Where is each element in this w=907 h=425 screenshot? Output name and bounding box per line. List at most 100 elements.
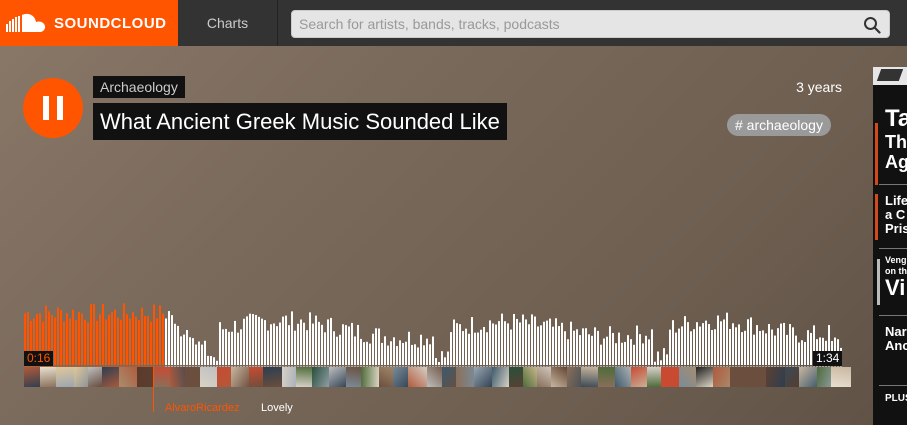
waveform-bar xyxy=(96,320,98,365)
commenter-avatar[interactable] xyxy=(831,367,851,387)
waveform-bar xyxy=(159,305,161,365)
commenter-avatar[interactable] xyxy=(474,367,494,387)
waveform-bar xyxy=(528,324,530,365)
waveform-bar xyxy=(285,315,287,365)
search-input[interactable] xyxy=(292,11,852,37)
commenter-avatar[interactable] xyxy=(661,367,681,387)
ad-headline-3: Ag xyxy=(885,152,907,172)
waveform-bar xyxy=(714,329,716,365)
current-time: 0:16 xyxy=(24,351,54,366)
waveform-bar xyxy=(804,341,806,365)
waveform-bar xyxy=(288,325,290,365)
waveform-bar xyxy=(519,322,521,365)
waveform-bar xyxy=(693,329,695,365)
waveform-bar xyxy=(105,319,107,365)
waveform-bar xyxy=(684,316,686,365)
waveform-bar xyxy=(747,319,749,365)
search-icon[interactable] xyxy=(863,16,881,34)
waveform-bar xyxy=(702,323,704,365)
waveform-bar xyxy=(132,312,134,365)
waveform-bar xyxy=(198,341,200,365)
comment-avatars-strip[interactable] xyxy=(24,367,851,387)
waveform-bar xyxy=(606,336,608,365)
track-title[interactable]: What Ancient Greek Music Sounded Like xyxy=(93,103,507,140)
waveform-bar xyxy=(369,343,371,365)
commenter-avatar[interactable] xyxy=(456,367,476,387)
waveform-bar xyxy=(192,338,194,365)
waveform-bar xyxy=(627,335,629,365)
ad-line: PLUS: xyxy=(885,393,907,404)
soundcloud-logo[interactable]: SOUNDCLOUD xyxy=(0,0,178,46)
ad-header-strip xyxy=(873,67,907,85)
waveform-bar xyxy=(378,328,380,365)
commenter-avatar[interactable] xyxy=(408,367,428,387)
waveform-bar xyxy=(717,315,719,365)
waveform-bar xyxy=(450,332,452,365)
waveform-bar xyxy=(762,330,764,365)
waveform-bar xyxy=(54,317,56,365)
commenter-avatar[interactable] xyxy=(263,367,283,387)
waveform-bar xyxy=(384,336,386,365)
waveform-bar xyxy=(759,330,761,365)
nav-charts-link[interactable]: Charts xyxy=(178,0,278,46)
brand-name: SOUNDCLOUD xyxy=(54,14,167,32)
commenter-avatar[interactable] xyxy=(747,367,767,387)
waveform-bar xyxy=(612,332,614,365)
waveform-bar xyxy=(60,309,62,365)
waveform-bar xyxy=(588,334,590,365)
comment-username[interactable]: AlvaroRicardez xyxy=(165,402,240,414)
pause-icon xyxy=(43,96,49,120)
track-user-link[interactable]: Archaeology xyxy=(93,76,185,98)
ad-line: Pris xyxy=(885,221,907,236)
waveform-bar xyxy=(543,321,545,365)
waveform-bar xyxy=(210,356,212,365)
pause-button[interactable] xyxy=(23,78,83,138)
waveform-bar xyxy=(795,335,797,365)
waveform-bar xyxy=(399,340,401,365)
waveform-bar xyxy=(405,341,407,365)
waveform-bar xyxy=(111,312,113,365)
waveform-bar xyxy=(357,324,359,365)
commenter-avatar[interactable] xyxy=(766,367,786,387)
commenter-avatar[interactable] xyxy=(119,367,139,387)
waveform-bar xyxy=(516,318,518,365)
waveform-bar xyxy=(72,309,74,365)
waveform-bar xyxy=(168,311,170,365)
commenter-avatar[interactable] xyxy=(799,367,819,387)
waveform-bar xyxy=(150,321,152,365)
waveform-bar xyxy=(642,343,644,365)
waveform-bar xyxy=(630,339,632,365)
waveform-bar xyxy=(276,326,278,365)
waveform-bar xyxy=(63,321,65,365)
commenter-avatar[interactable] xyxy=(361,367,381,387)
commenter-avatar[interactable] xyxy=(56,367,76,387)
waveform-bar xyxy=(321,324,323,365)
waveform-bar xyxy=(690,331,692,365)
waveform-bar xyxy=(624,341,626,365)
waveform-bar xyxy=(171,315,173,365)
waveform-bar xyxy=(366,341,368,365)
waveform-bar xyxy=(348,326,350,365)
waveform-bar xyxy=(237,332,239,365)
waveform-bar xyxy=(153,304,155,365)
waveform-bar xyxy=(327,319,329,365)
waveform-bar xyxy=(648,339,650,365)
ad-headline-2: Thr xyxy=(885,132,907,152)
commenter-avatar[interactable] xyxy=(231,367,251,387)
waveform-bar xyxy=(771,329,773,365)
waveform-bar xyxy=(453,319,455,365)
waveform-bar xyxy=(465,328,467,365)
waveform-bar xyxy=(492,323,494,365)
waveform-bar xyxy=(195,344,197,365)
genre-tag[interactable]: # archaeology xyxy=(727,114,831,136)
waveform-bar xyxy=(123,303,125,365)
waveform-bar xyxy=(573,330,575,365)
waveform-bar xyxy=(687,322,689,365)
ad-line: Anc xyxy=(885,338,907,353)
side-ad-banner[interactable]: Ta Thr Ag Life a C Pris Veng on th Vi Na… xyxy=(873,67,907,425)
waveform-bar xyxy=(303,322,305,365)
waveform-bar xyxy=(279,322,281,365)
waveform-bar xyxy=(507,323,509,365)
waveform-bar xyxy=(354,336,356,365)
waveform-bar xyxy=(786,334,788,365)
